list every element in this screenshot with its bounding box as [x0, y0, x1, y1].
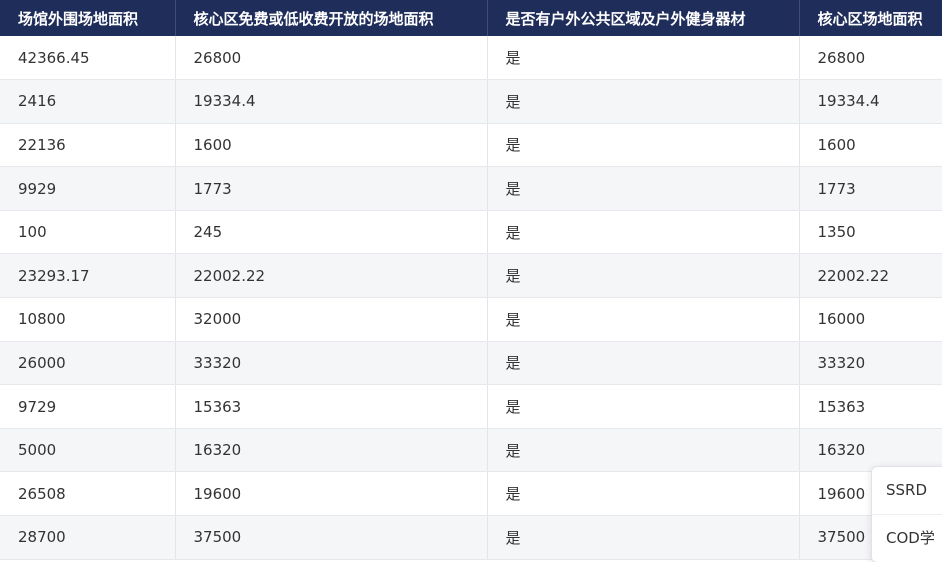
table-cell: 16000	[799, 297, 942, 342]
table-row: 2416 19334.4 是 19334.4	[0, 79, 942, 124]
column-header-outer-area[interactable]: 场馆外围场地面积	[0, 0, 176, 36]
table-row: 9929 1773 是 1773	[0, 166, 942, 211]
table-row: 28700 37500 是 37500	[0, 515, 942, 560]
table-viewport: 场馆外围场地面积 核心区免费或低收费开放的场地面积 是否有户外公共区域及户外健身…	[0, 0, 942, 562]
table-row: 23293.17 22002.22 是 22002.22	[0, 253, 942, 299]
table-cell: 1350	[799, 210, 942, 255]
table-cell: 是	[487, 515, 800, 560]
table-row: 5000 16320 是 16320	[0, 428, 942, 473]
table-cell: 32000	[175, 297, 488, 342]
table-cell: 15363	[799, 384, 942, 429]
table-cell: 19600	[175, 471, 488, 517]
table-cell: 26800	[799, 36, 942, 81]
table-cell: 1773	[175, 166, 488, 211]
float-menu-item-ssrd[interactable]: SSRD	[872, 467, 942, 514]
table-cell: 15363	[175, 384, 488, 429]
column-header-core-area[interactable]: 核心区场地面积	[799, 0, 942, 36]
table-cell: 33320	[175, 341, 488, 386]
table-row: 9729 15363 是 15363	[0, 384, 942, 429]
table-cell: 16320	[175, 428, 488, 473]
table-cell: 9929	[0, 166, 176, 211]
table-row: 22136 1600 是 1600	[0, 123, 942, 168]
table-cell: 22136	[0, 123, 176, 168]
table-cell: 2416	[0, 79, 176, 124]
data-table: 场馆外围场地面积 核心区免费或低收费开放的场地面积 是否有户外公共区域及户外健身…	[0, 0, 942, 560]
table-cell: 1600	[175, 123, 488, 168]
table-row: 26508 19600 是 19600	[0, 471, 942, 517]
table-cell: 是	[487, 210, 800, 255]
table-cell: 5000	[0, 428, 176, 473]
table-body: 42366.45 26800 是 26800 2416 19334.4 是 19…	[0, 36, 942, 560]
table-row: 10800 32000 是 16000	[0, 297, 942, 342]
table-cell: 19334.4	[799, 79, 942, 124]
table-cell: 是	[487, 297, 800, 342]
table-cell: 19334.4	[175, 79, 488, 124]
table-cell: 是	[487, 253, 800, 299]
table-cell: 37500	[175, 515, 488, 560]
table-row: 26000 33320 是 33320	[0, 341, 942, 386]
table-row: 42366.45 26800 是 26800	[0, 36, 942, 81]
header-row: 场馆外围场地面积 核心区免费或低收费开放的场地面积 是否有户外公共区域及户外健身…	[0, 0, 942, 36]
table-cell: 28700	[0, 515, 176, 560]
table-cell: 是	[487, 384, 800, 429]
table-cell: 245	[175, 210, 488, 255]
table-cell: 9729	[0, 384, 176, 429]
table-cell: 33320	[799, 341, 942, 386]
table-row: 100 245 是 1350	[0, 210, 942, 255]
table-cell: 26800	[175, 36, 488, 81]
table-cell: 22002.22	[175, 253, 488, 299]
column-header-core-free-area[interactable]: 核心区免费或低收费开放的场地面积	[175, 0, 488, 36]
table-cell: 是	[487, 471, 800, 517]
table-cell: 23293.17	[0, 253, 176, 299]
column-header-outdoor-equipment[interactable]: 是否有户外公共区域及户外健身器材	[487, 0, 800, 36]
floating-side-menu: SSRD COD学	[871, 466, 942, 562]
table-cell: 是	[487, 341, 800, 386]
table-cell: 是	[487, 123, 800, 168]
table-header: 场馆外围场地面积 核心区免费或低收费开放的场地面积 是否有户外公共区域及户外健身…	[0, 0, 942, 36]
table-cell: 1600	[799, 123, 942, 168]
table-cell: 10800	[0, 297, 176, 342]
table-cell: 是	[487, 166, 800, 211]
table-cell: 是	[487, 428, 800, 473]
table-cell: 100	[0, 210, 176, 255]
table-cell: 26508	[0, 471, 176, 517]
float-menu-item-cod[interactable]: COD学	[872, 514, 942, 562]
table-cell: 1773	[799, 166, 942, 211]
table-cell: 是	[487, 36, 800, 81]
table-cell: 是	[487, 79, 800, 124]
table-cell: 26000	[0, 341, 176, 386]
table-cell: 42366.45	[0, 36, 176, 81]
table-cell: 22002.22	[799, 253, 942, 299]
